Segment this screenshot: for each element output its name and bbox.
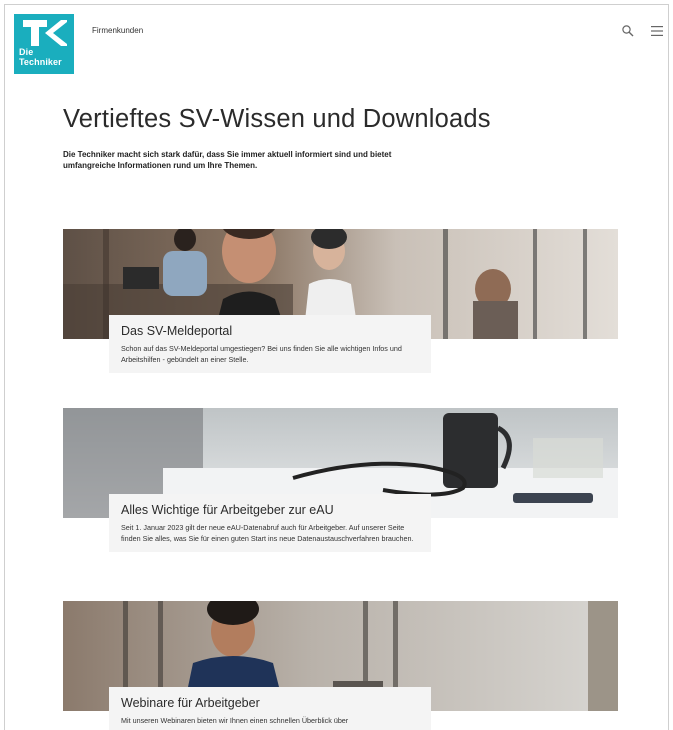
logo-line-2: Techniker [19,57,62,67]
card-content-box: Alles Wichtige für Arbeitgeber zur eAU S… [109,494,431,552]
logo-text: Die Techniker [19,47,62,67]
card-title[interactable]: Das SV-Meldeportal [121,324,421,338]
page-frame: Die Techniker Firmenkunden Vertieftes SV… [4,4,669,730]
menu-icon[interactable] [650,25,664,37]
logo-line-1: Die [19,47,34,57]
card-title[interactable]: Webinare für Arbeitgeber [121,696,421,710]
intro-text: Die Techniker macht sich stark dafür, da… [63,150,392,170]
card-title[interactable]: Alles Wichtige für Arbeitgeber zur eAU [121,503,421,517]
card-text: Mit unseren Webinaren bieten wir Ihnen e… [121,716,349,725]
page-title: Vertieftes SV-Wissen und Downloads [63,105,491,133]
card-content-box: Das SV-Meldeportal Schon auf das SV-Meld… [109,315,431,373]
tk-logo[interactable]: Die Techniker [14,14,74,74]
card-content-box: Webinare für Arbeitgeber Mit unseren Web… [109,687,431,730]
site-header: Die Techniker Firmenkunden [5,5,668,75]
card-text: Schon auf das SV-Meldeportal umgestiegen… [121,344,402,364]
tk-logo-mark-icon [23,20,67,46]
card-text: Seit 1. Januar 2023 gilt der neue eAU-Da… [121,523,414,543]
nav-link-firmenkunden[interactable]: Firmenkunden [92,26,143,35]
search-icon[interactable] [621,24,635,38]
